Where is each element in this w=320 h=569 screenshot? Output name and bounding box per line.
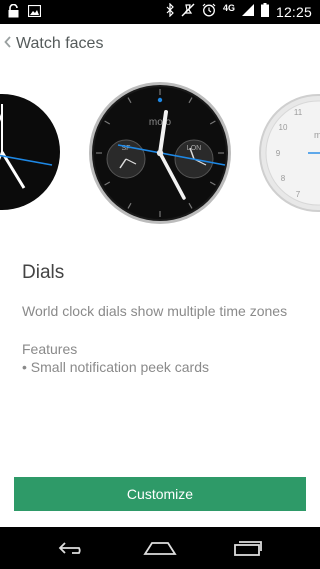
signal-icon: [241, 3, 254, 21]
svg-text:11: 11: [294, 108, 303, 117]
bluetooth-icon: [166, 2, 174, 22]
svg-text:9: 9: [276, 149, 281, 158]
svg-text:10: 10: [279, 123, 288, 132]
clock-time: 12:25: [275, 4, 312, 20]
battery-icon: [260, 2, 269, 22]
recent-apps-icon[interactable]: [218, 527, 278, 569]
right-dial-brand-label: mo: [314, 130, 320, 140]
network-type-label: 4G: [222, 3, 235, 13]
status-bar: 4G 12:25: [0, 0, 320, 24]
navigation-bar: [0, 527, 320, 569]
watch-face-world-clock[interactable]: moto SF LON: [89, 82, 231, 224]
alarm-icon: [202, 3, 216, 22]
back-icon[interactable]: [42, 527, 102, 569]
watch-face-carousel[interactable]: moto SF LON 11 10 9 8 7 m: [0, 64, 320, 239]
lock-icon: [8, 3, 19, 23]
feature-item: • Small notification peek cards: [22, 359, 209, 375]
page-title: Watch faces: [16, 35, 104, 52]
chevron-left-icon[interactable]: [4, 35, 14, 53]
customize-button[interactable]: Customize: [14, 477, 306, 511]
watch-face-left[interactable]: [0, 94, 60, 210]
dial-description: World clock dials show multiple time zon…: [22, 303, 288, 319]
svg-text:8: 8: [281, 174, 286, 183]
home-icon[interactable]: [130, 527, 190, 569]
action-bar[interactable]: Watch faces: [0, 24, 320, 64]
dial-title: Dials: [22, 262, 65, 283]
watch-face-right[interactable]: 11 10 9 8 7 mo: [259, 94, 320, 212]
subdial-lon-label: LON: [187, 145, 201, 152]
svg-text:7: 7: [296, 190, 301, 199]
dial-brand-label: moto: [149, 117, 172, 128]
mute-icon: [181, 3, 195, 22]
image-icon: [27, 4, 42, 23]
features-heading: Features: [22, 341, 78, 357]
